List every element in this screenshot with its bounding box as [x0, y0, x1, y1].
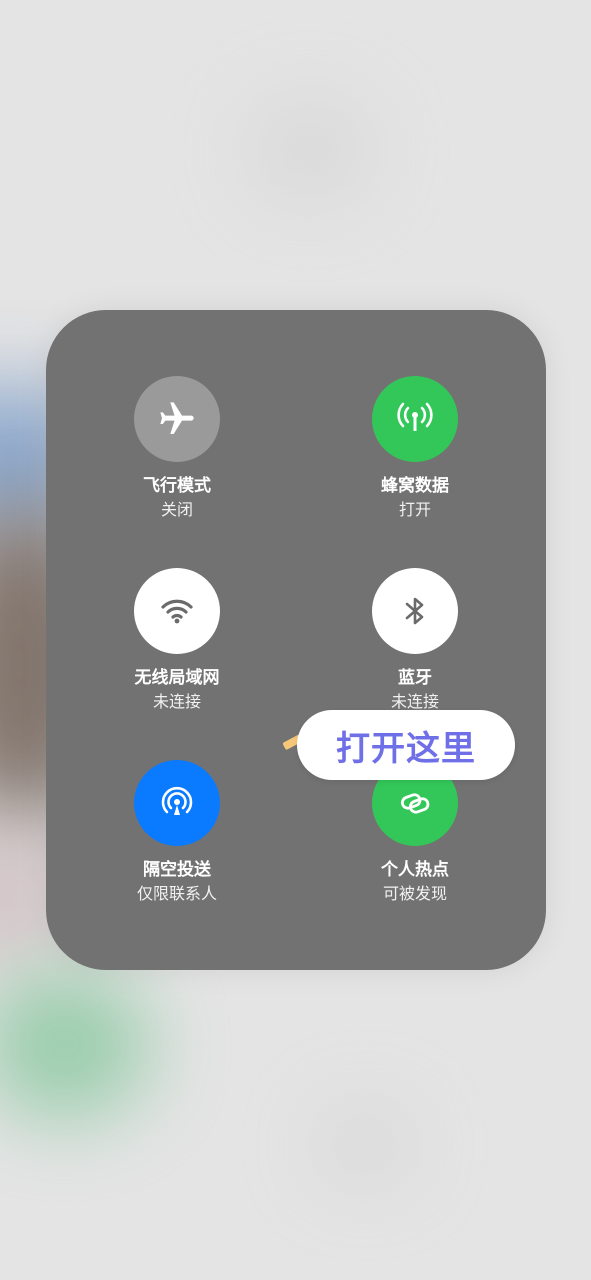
personal-hotspot-label: 个人热点 [381, 860, 449, 880]
bluetooth-icon [405, 597, 424, 625]
cellular-data-tile[interactable]: 蜂窝数据 打开 [325, 376, 505, 522]
wifi-toggle[interactable] [134, 568, 220, 654]
airdrop-label: 隔空投送 [143, 860, 211, 880]
bluetooth-label: 蓝牙 [398, 668, 432, 688]
airdrop-status: 仅限联系人 [136, 884, 217, 903]
airplane-mode-status: 关闭 [160, 500, 193, 519]
bluetooth-toggle[interactable] [372, 568, 458, 654]
background-blur-light [250, 100, 370, 200]
airplane-icon [160, 402, 194, 434]
annotation-text: 打开这里 [336, 728, 476, 769]
cellular-antenna-icon [397, 402, 433, 431]
airplane-mode-tile[interactable]: 飞行模式 关闭 [87, 376, 267, 522]
wifi-status: 未连接 [152, 692, 201, 711]
cellular-data-toggle[interactable] [372, 376, 458, 462]
connectivity-panel: 飞行模式 关闭 蜂窝数据 打开 无线局域网 未连接 蓝牙 未连接 隔空投送 仅限… [46, 310, 546, 970]
background-blur-light [320, 1110, 410, 1180]
bluetooth-tile[interactable]: 蓝牙 未连接 [325, 568, 505, 714]
wifi-icon [161, 599, 193, 624]
personal-hotspot-tile[interactable]: 个人热点 可被发现 [325, 760, 505, 906]
wifi-label: 无线局域网 [134, 668, 220, 688]
airplane-mode-label: 飞行模式 [143, 476, 211, 496]
background-blur-green [0, 970, 150, 1120]
personal-hotspot-status: 可被发现 [382, 884, 447, 903]
wifi-tile[interactable]: 无线局域网 未连接 [87, 568, 267, 714]
airdrop-tile[interactable]: 隔空投送 仅限联系人 [87, 760, 267, 906]
annotation-callout: 打开这里 [297, 710, 515, 780]
airdrop-toggle[interactable] [134, 760, 220, 846]
cellular-data-label: 蜂窝数据 [381, 476, 449, 496]
cellular-data-status: 打开 [398, 500, 431, 519]
airplane-mode-toggle[interactable] [134, 376, 220, 462]
hotspot-link-icon [400, 793, 430, 814]
airdrop-icon [161, 786, 193, 815]
